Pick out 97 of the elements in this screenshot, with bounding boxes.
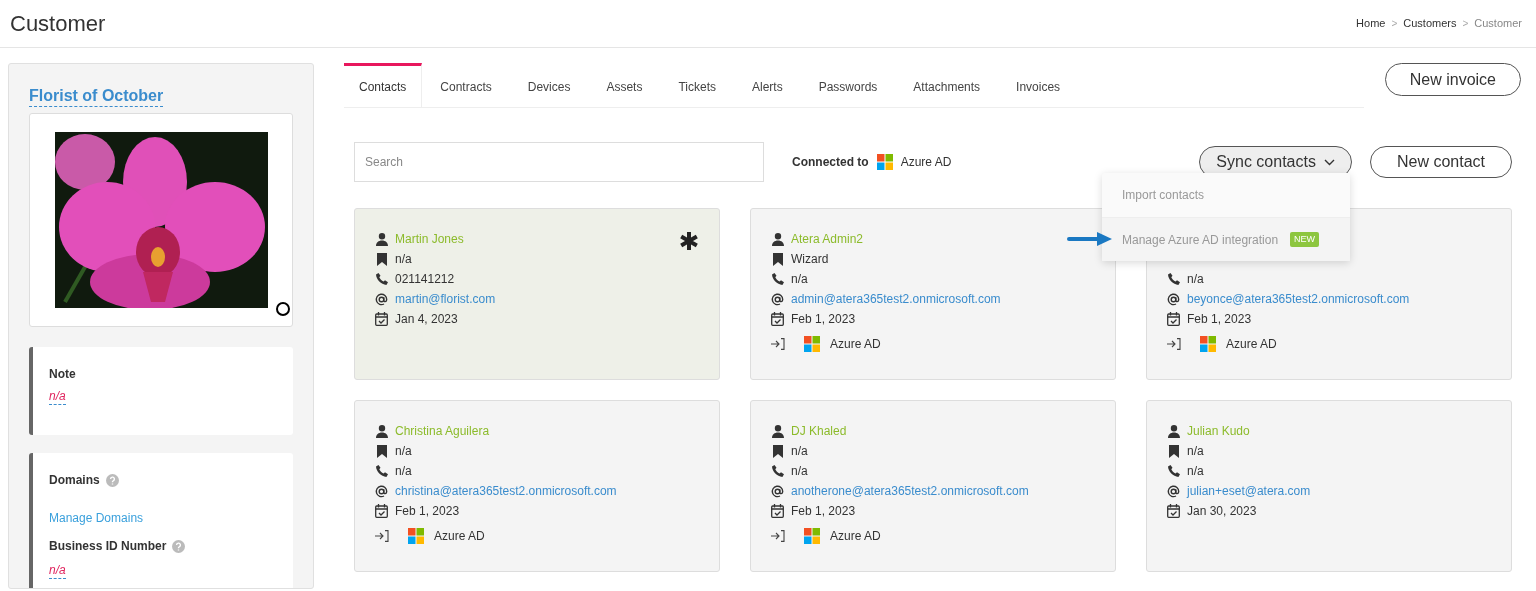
service-name: Azure AD — [900, 154, 952, 171]
page-title: Customer — [10, 10, 106, 38]
person-icon — [771, 232, 784, 246]
bookmark-icon — [772, 444, 783, 458]
business-id-value[interactable]: n/a — [49, 563, 66, 579]
email-link[interactable]: admin@atera365test2.onmicrosoft.com — [791, 290, 1001, 308]
email-link[interactable]: anotherone@atera365test2.onmicrosoft.com — [791, 482, 1029, 500]
calendar-check-icon — [375, 312, 388, 326]
sign-in-icon — [771, 530, 785, 542]
at-sign-icon — [375, 484, 388, 498]
help-icon[interactable] — [172, 539, 186, 553]
phone-icon — [771, 273, 784, 285]
windows-logo-icon — [408, 528, 424, 544]
tab[interactable]: Invoices — [998, 63, 1079, 107]
job-title: n/a — [395, 251, 412, 268]
customer-name-link[interactable]: Florist of October — [29, 86, 164, 107]
date-text: Jan 30, 2023 — [1187, 503, 1257, 520]
person-icon — [375, 424, 388, 438]
phone-number: n/a — [791, 271, 808, 288]
source-label: Azure AD — [434, 528, 485, 545]
source-label: Azure AD — [1226, 336, 1277, 353]
breadcrumb-separator: > — [1391, 17, 1398, 31]
windows-logo-icon — [804, 336, 820, 352]
breadcrumb-link[interactable]: Home — [1356, 15, 1386, 32]
tab[interactable]: Passwords — [800, 63, 896, 107]
tab[interactable]: Contacts — [344, 63, 423, 107]
phone-number: 021141212 — [395, 271, 455, 288]
email-link[interactable]: beyonce@atera365test2.onmicrosoft.com — [1187, 290, 1410, 308]
date-text: Jan 4, 2023 — [395, 311, 458, 328]
sign-in-icon — [375, 530, 389, 542]
phone-icon — [375, 465, 388, 477]
breadcrumb-link[interactable]: Customers — [1403, 15, 1457, 32]
at-sign-icon — [771, 292, 784, 306]
person-icon — [375, 232, 388, 246]
sign-in-icon — [771, 338, 785, 350]
email-link[interactable]: julian+eset@atera.com — [1187, 482, 1311, 500]
date-text: Feb 1, 2023 — [1187, 311, 1252, 328]
person-icon — [771, 424, 784, 438]
at-sign-icon — [375, 292, 388, 306]
arrow-icon — [1067, 231, 1113, 247]
connected-to-label: Connected to — [792, 154, 869, 171]
windows-logo-icon — [876, 154, 893, 170]
person-icon — [1167, 424, 1180, 438]
email-link[interactable]: martin@florist.com — [395, 290, 496, 308]
windows-logo-icon — [1200, 336, 1216, 352]
source-label: Azure AD — [830, 336, 881, 353]
calendar-check-icon — [375, 504, 388, 518]
calendar-check-icon — [771, 312, 784, 326]
search-field[interactable]: Search — [354, 142, 764, 182]
calendar-check-icon — [1167, 312, 1180, 326]
phone-number: n/a — [1187, 271, 1204, 288]
at-sign-icon — [771, 484, 784, 498]
help-icon[interactable] — [105, 473, 119, 487]
phone-number: n/a — [791, 463, 808, 480]
phone-icon — [771, 465, 784, 477]
windows-logo-icon — [804, 528, 820, 544]
source-label: Azure AD — [830, 528, 881, 545]
job-title: n/a — [395, 443, 412, 460]
tab[interactable]: Devices — [509, 63, 589, 107]
phone-number: n/a — [1187, 463, 1204, 480]
status-ring-icon — [276, 302, 290, 316]
tab[interactable]: Tickets — [660, 63, 734, 107]
tab[interactable]: Contracts — [422, 63, 510, 107]
breadcrumb-separator: > — [1462, 17, 1469, 31]
new-invoice-button[interactable]: New invoice — [1384, 63, 1521, 96]
bookmark-icon — [376, 444, 387, 458]
domains-label: Domains — [49, 472, 100, 489]
date-text: Feb 1, 2023 — [395, 503, 460, 520]
business-id-label: Business ID Number — [49, 538, 167, 555]
bookmark-icon — [376, 252, 387, 266]
note-label: Note — [49, 366, 77, 383]
calendar-check-icon — [1167, 504, 1180, 518]
email-link[interactable]: christina@atera365test2.onmicrosoft.com — [395, 482, 617, 500]
calendar-check-icon — [771, 504, 784, 518]
chevron-down-icon — [1323, 158, 1335, 166]
new-contact-button[interactable]: New contact — [1369, 146, 1512, 178]
tab[interactable]: Assets — [588, 63, 661, 107]
sign-in-icon — [1167, 338, 1181, 350]
job-title: n/a — [1187, 443, 1204, 460]
manage-domains-link[interactable]: Manage Domains — [49, 509, 277, 527]
job-title: n/a — [791, 443, 808, 460]
bookmark-icon — [1168, 444, 1179, 458]
new-badge: NEW — [1290, 231, 1320, 248]
job-title: Wizard — [791, 251, 829, 268]
phone-icon — [1167, 465, 1180, 477]
note-value[interactable]: n/a — [49, 389, 66, 405]
bookmark-icon — [772, 252, 783, 266]
at-sign-icon — [1167, 484, 1180, 498]
tab[interactable]: Attachments — [895, 63, 999, 107]
date-text: Feb 1, 2023 — [791, 311, 856, 328]
phone-number: n/a — [395, 463, 412, 480]
at-sign-icon — [1167, 292, 1180, 306]
menu-item[interactable]: Manage Azure AD integration NEW — [1102, 217, 1350, 261]
phone-icon — [1167, 273, 1180, 285]
tab[interactable]: Alerts — [734, 63, 801, 107]
date-text: Feb 1, 2023 — [791, 503, 856, 520]
phone-icon — [375, 273, 388, 285]
